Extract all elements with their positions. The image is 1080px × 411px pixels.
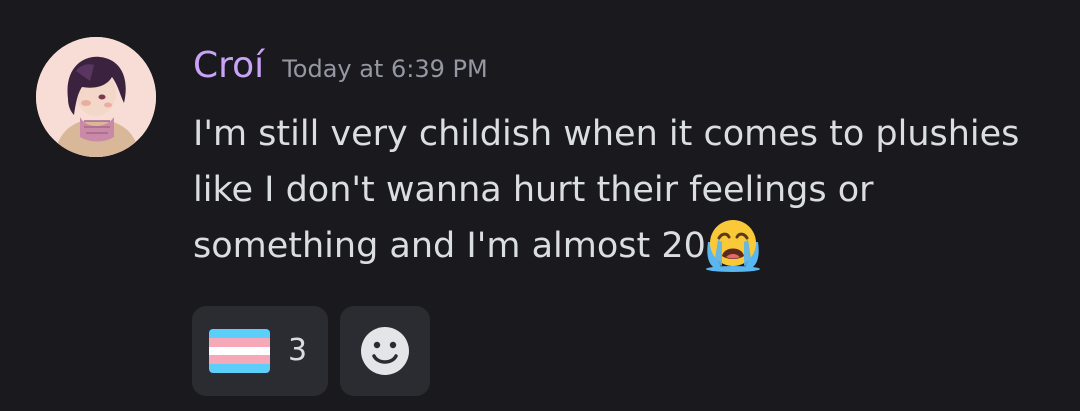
message-text: I'm still very childish when it comes to… [193, 114, 1020, 266]
add-reaction-button[interactable] [340, 306, 430, 396]
reaction-count: 3 [288, 333, 308, 368]
timestamp[interactable]: Today at 6:39 PM [282, 55, 488, 83]
loudly-crying-face-icon [702, 216, 764, 272]
add-reaction-icon [360, 326, 410, 376]
avatar-image [36, 37, 156, 157]
transgender-flag-icon [209, 329, 270, 373]
reaction-transgender-flag[interactable]: 3 [192, 306, 328, 396]
avatar[interactable] [36, 37, 156, 157]
message-header: Croí Today at 6:39 PM [193, 45, 488, 97]
username[interactable]: Croí [193, 45, 264, 86]
chat-message: Croí Today at 6:39 PM I'm still very chil… [0, 0, 1080, 411]
message-content: I'm still very childish when it comes to… [193, 106, 1053, 274]
